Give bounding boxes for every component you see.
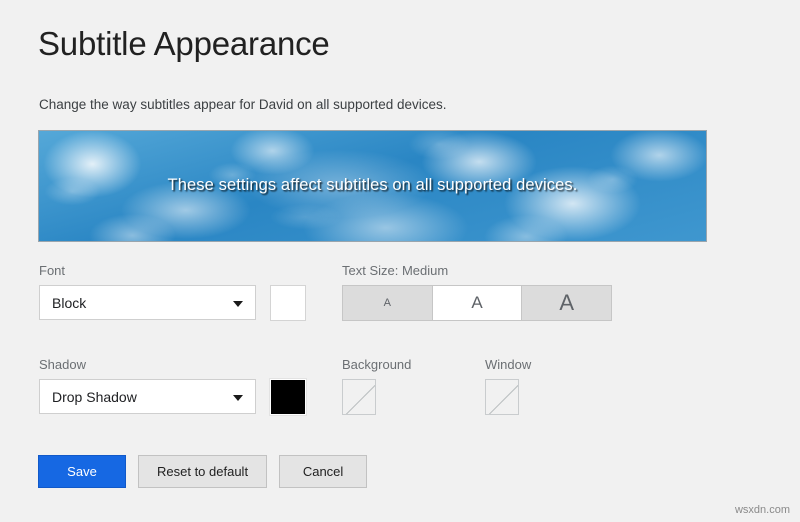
window-color-swatch[interactable]	[485, 379, 519, 415]
subtitle-preview-banner: These settings affect subtitles on all s…	[38, 130, 707, 242]
action-buttons: Save Reset to default Cancel	[38, 455, 368, 488]
window-label: Window	[485, 357, 532, 372]
window-control-group: Window	[485, 357, 531, 415]
font-select-value: Block	[52, 294, 87, 311]
text-size-option-medium[interactable]: A	[432, 286, 523, 320]
font-label: Font	[39, 263, 66, 278]
shadow-control-row: Drop Shadow	[39, 378, 307, 416]
text-size-option-small[interactable]: A	[343, 286, 433, 320]
background-control-group: Background	[342, 357, 411, 415]
chevron-down-icon	[233, 394, 243, 401]
preview-caption-text: These settings affect subtitles on all s…	[167, 176, 578, 194]
watermark: wsxdn.com	[734, 504, 790, 516]
cancel-button[interactable]: Cancel	[279, 455, 368, 488]
shadow-label: Shadow	[39, 357, 86, 372]
reset-to-default-button[interactable]: Reset to default	[138, 455, 268, 488]
text-size-label: Text Size: Medium	[342, 263, 449, 278]
page-description: Change the way subtitles appear for Davi…	[39, 97, 447, 112]
shadow-select[interactable]: Drop Shadow	[39, 379, 256, 414]
chevron-down-icon	[233, 300, 243, 307]
background-color-swatch[interactable]	[342, 379, 376, 415]
shadow-select-value: Drop Shadow	[52, 388, 137, 405]
background-label: Background	[342, 357, 412, 372]
font-color-swatch[interactable]	[270, 285, 306, 321]
subtitle-appearance-page: Subtitle Appearance Change the way subti…	[0, 0, 800, 522]
font-control-row: Block	[39, 285, 306, 321]
text-size-option-large[interactable]: A	[522, 286, 612, 320]
page-title: Subtitle Appearance	[38, 25, 330, 62]
text-size-control-group: Text Size: Medium A A A	[342, 263, 612, 321]
save-button[interactable]: Save	[38, 455, 126, 488]
shadow-control-group: Shadow Drop Shadow	[39, 357, 307, 416]
shadow-color-swatch[interactable]	[269, 378, 307, 416]
font-control-group: Font Block	[39, 263, 306, 321]
font-select[interactable]: Block	[39, 285, 256, 320]
text-size-segmented-control: A A A	[342, 285, 612, 321]
